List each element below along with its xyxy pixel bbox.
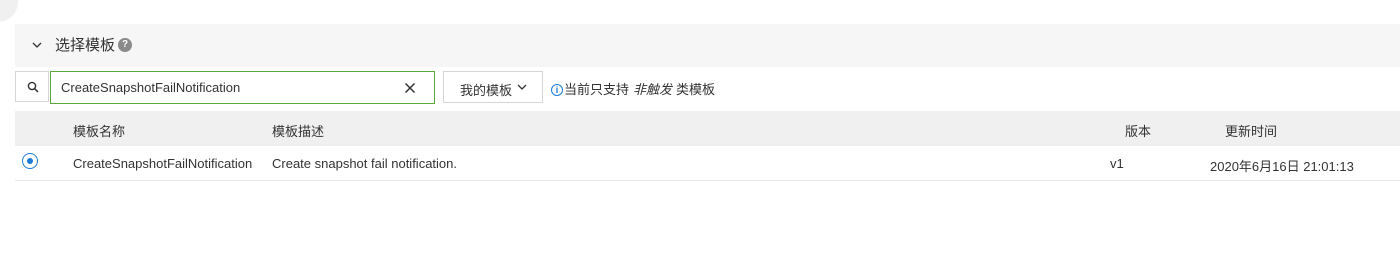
clear-icon[interactable] — [404, 82, 416, 94]
help-icon[interactable]: ? — [118, 38, 132, 52]
search-icon — [27, 81, 39, 93]
table-row[interactable]: CreateSnapshotFailNotification Create sn… — [15, 146, 1400, 181]
chevron-down-icon[interactable] — [32, 40, 42, 50]
info-suffix: 类模板 — [676, 82, 716, 97]
column-header-description: 模板描述 — [272, 124, 325, 139]
radio-dot — [27, 158, 33, 164]
column-header-updated: 更新时间 — [1225, 124, 1278, 139]
info-emphasis: 非触发 — [633, 82, 673, 97]
corner-decoration — [0, 0, 18, 22]
row-template-version: v1 — [1110, 156, 1124, 171]
template-scope-selected: 我的模板 — [460, 83, 513, 98]
search-input[interactable] — [61, 72, 391, 103]
search-input-wrapper — [50, 71, 435, 104]
info-prefix: 当前只支持 — [564, 82, 630, 97]
panel-title: 选择模板 — [55, 37, 116, 54]
column-header-name: 模板名称 — [73, 124, 126, 139]
info-notice: i 当前只支持 非触发 类模板 — [551, 79, 716, 97]
caret-down-icon — [517, 84, 527, 90]
row-template-updated: 2020年6月16日 21:01:13 — [1210, 159, 1354, 174]
column-header-version: 版本 — [1125, 124, 1152, 139]
search-button[interactable] — [15, 71, 49, 102]
radio-selected-icon[interactable] — [22, 153, 38, 169]
info-icon: i — [551, 84, 563, 96]
table-header: 模板名称 模板描述 版本 更新时间 — [15, 111, 1400, 146]
template-panel-header[interactable]: 选择模板 ? — [15, 24, 1400, 67]
row-template-name: CreateSnapshotFailNotification — [73, 156, 253, 171]
template-scope-select[interactable]: 我的模板 — [443, 71, 543, 103]
row-template-description: Create snapshot fail notification. — [272, 156, 457, 171]
